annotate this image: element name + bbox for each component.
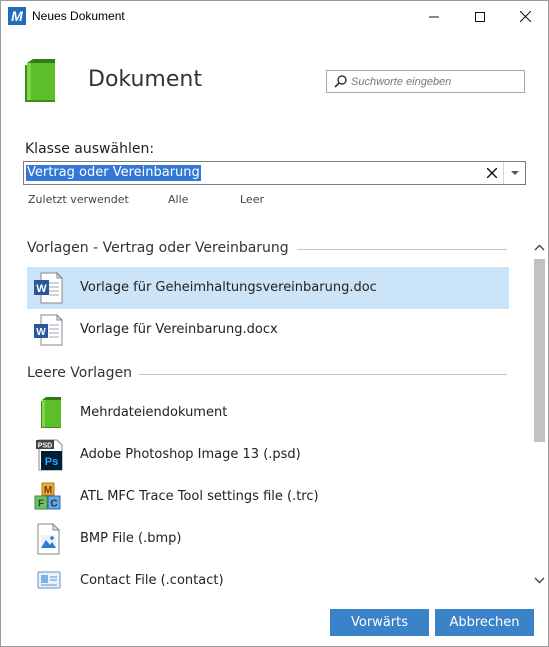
search-icon: [334, 75, 347, 88]
scroll-down-button[interactable]: [531, 572, 548, 589]
svg-text:F: F: [38, 499, 44, 510]
list-item-contact-file[interactable]: Contact File (.contact): [27, 560, 509, 593]
new-document-dialog: M Neues Dokument Dokument Klasse auswähl…: [0, 0, 549, 647]
minimize-button[interactable]: [411, 1, 457, 32]
chevron-up-icon: [534, 244, 545, 251]
list-item-label: Mehrdateiendokument: [80, 405, 228, 420]
group-divider: [297, 249, 507, 250]
svg-text:W: W: [36, 327, 46, 338]
filter-recent[interactable]: Zuletzt verwendet: [28, 193, 129, 206]
class-combobox-value[interactable]: Vertrag oder Vereinbarung: [26, 165, 201, 181]
list-item-label: Adobe Photoshop Image 13 (.psd): [80, 447, 301, 462]
list-item-label: ATL MFC Trace Tool settings file (.trc): [80, 489, 319, 504]
clear-class-button[interactable]: [482, 164, 502, 182]
photoshop-icon: PSD Ps: [33, 439, 63, 471]
template-list: Vorlagen - Vertrag oder Vereinbarung W V…: [23, 233, 529, 593]
list-item-bmp-file[interactable]: BMP File (.bmp): [27, 518, 509, 560]
chevron-down-icon: [511, 170, 519, 175]
svg-text:W: W: [36, 283, 47, 295]
chevron-down-icon: [534, 577, 545, 584]
svg-text:M: M: [44, 485, 52, 496]
group-header-templates: Vorlagen - Vertrag oder Vereinbarung: [27, 240, 289, 256]
search-field[interactable]: [326, 70, 525, 93]
scroll-thumb[interactable]: [534, 259, 545, 442]
list-item-label: BMP File (.bmp): [80, 531, 182, 546]
minimize-icon: [429, 16, 439, 17]
list-item-mfc-trace-settings[interactable]: M F C ATL MFC Trace Tool settings file (…: [27, 476, 509, 518]
app-logo-icon: M: [8, 7, 26, 25]
maximize-icon: [475, 11, 485, 22]
group-divider: [139, 374, 507, 375]
page-title: Dokument: [88, 67, 202, 92]
list-item-label: Vorlage für Vereinbarung.docx: [80, 322, 278, 337]
list-item-multifile-document[interactable]: Mehrdateiendokument: [27, 392, 509, 434]
contact-card-icon: [33, 565, 63, 593]
list-item-nda-template[interactable]: W Vorlage für Geheimhaltungsvereinbarung…: [27, 267, 509, 309]
green-book-icon: [33, 397, 63, 429]
window-title: Neues Dokument: [32, 9, 125, 23]
list-item-photoshop-image[interactable]: PSD Ps Adobe Photoshop Image 13 (.psd): [27, 434, 509, 476]
class-select-label: Klasse auswählen:: [25, 141, 155, 157]
list-item-agreement-template[interactable]: W Vorlage für Vereinbarung.docx: [27, 309, 509, 351]
svg-text:PSD: PSD: [38, 443, 52, 450]
cancel-button[interactable]: Abbrechen: [435, 609, 534, 636]
group-header-empty-templates: Leere Vorlagen: [27, 365, 132, 381]
search-input[interactable]: [351, 73, 521, 90]
word-docx-icon: W: [33, 313, 64, 346]
list-item-label: Vorlage für Geheimhaltungsvereinbarung.d…: [80, 280, 377, 295]
filter-empty[interactable]: Leer: [240, 193, 264, 206]
class-dropdown-button[interactable]: [504, 162, 526, 184]
title-bar: M Neues Dokument: [1, 1, 548, 32]
svg-text:Ps: Ps: [45, 456, 58, 468]
maximize-button[interactable]: [457, 1, 503, 32]
word-doc-icon: W: [33, 271, 64, 304]
next-button[interactable]: Vorwärts: [330, 609, 429, 636]
list-item-label: Contact File (.contact): [80, 573, 224, 588]
list-scrollbar[interactable]: [531, 239, 548, 591]
scroll-up-button[interactable]: [531, 239, 548, 256]
filter-all[interactable]: Alle: [168, 193, 188, 206]
class-combobox[interactable]: Vertrag oder Vereinbarung: [23, 161, 526, 185]
close-button[interactable]: [502, 1, 548, 32]
clear-icon: [487, 168, 497, 178]
svg-text:C: C: [50, 499, 57, 510]
close-icon: [519, 11, 531, 22]
bmp-image-icon: [33, 522, 63, 555]
document-book-icon: [23, 59, 57, 108]
mfc-blocks-icon: M F C: [33, 481, 63, 513]
